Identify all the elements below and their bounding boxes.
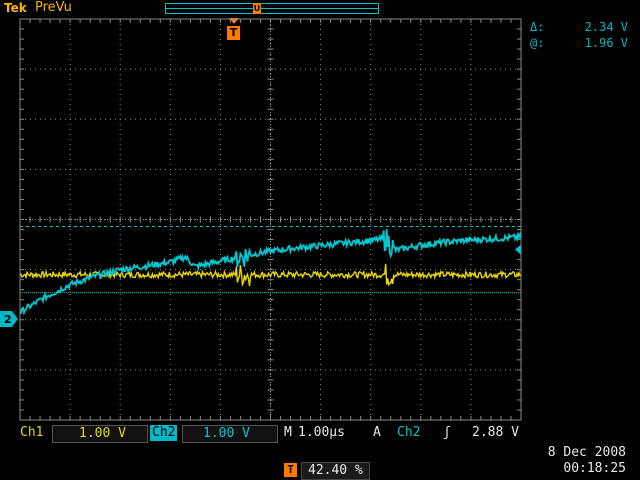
datetime: 8 Dec 2008 00:18:25 (548, 445, 626, 477)
ch1-label[interactable]: Ch1 (20, 425, 43, 441)
timebase-value[interactable]: 1.00µs (298, 425, 345, 441)
ch2-ground-marker[interactable]: 2 (0, 311, 18, 327)
graticule (19, 18, 522, 421)
trigger-source[interactable]: Ch2 (397, 425, 420, 441)
timebase-label: M (284, 425, 292, 440)
time: 00:18:25 (563, 461, 626, 476)
trigger-level[interactable]: 2.88 V (472, 425, 519, 441)
ch1-scale[interactable]: 1.00 V (52, 425, 148, 443)
trigger-slope-icon[interactable]: ʃ (443, 425, 451, 441)
trigger-position-value: 42.40 % (301, 462, 370, 480)
date: 8 Dec 2008 (547, 445, 626, 460)
trigger-mode: A (373, 425, 381, 440)
status-bar: Ch1 1.00 V Ch2 1.00 V M 1.00µs A Ch2 ʃ 2… (18, 425, 526, 443)
trigger-position-icon: T (284, 463, 297, 477)
scope-display[interactable] (0, 0, 640, 430)
trigger-level-arrow-icon (515, 244, 521, 255)
trigger-position-readout[interactable]: T 42.40 % (284, 462, 370, 480)
ch2-scale[interactable]: 1.00 V (182, 425, 278, 443)
ch2-label[interactable]: Ch2 (150, 425, 178, 441)
ch2-marker-label: 2 (4, 313, 12, 326)
trigger-level-marker[interactable] (515, 244, 521, 255)
